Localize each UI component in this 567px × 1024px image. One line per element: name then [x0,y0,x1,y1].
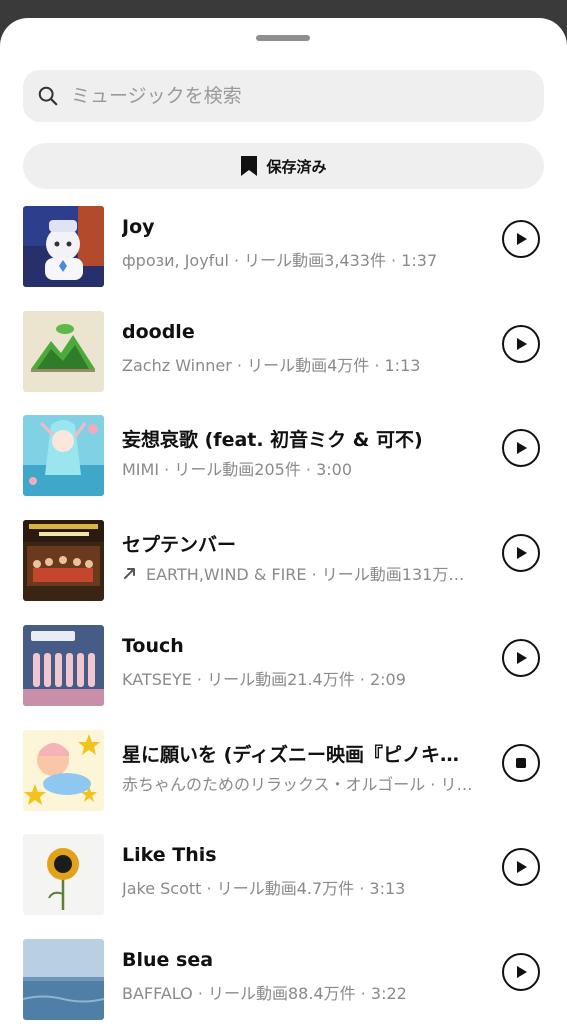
bookmark-icon [241,156,258,176]
play-button[interactable] [502,324,540,363]
track-title: 星に願いを (ディズニー映画『ピノキ… [122,743,459,766]
track-title: doodle [122,320,195,343]
play-icon [517,547,527,560]
saved-button-label: 保存済み [266,157,327,176]
list-item[interactable]: Touch KATSEYE · リール動画21.4万件 · 2:09 [0,624,567,730]
track-title: Joy [122,216,155,238]
search-bar[interactable] [23,70,544,122]
track-title: Like This [122,844,217,867]
album-art [23,520,104,602]
search-input[interactable] [69,84,513,108]
stop-icon [516,757,526,768]
track-title: Touch [122,634,184,657]
play-button[interactable] [502,638,540,677]
play-icon [517,861,527,874]
play-icon [517,651,527,664]
list-item[interactable]: doodle Zachz Winner · リール動画4万件 · 1:13 [0,310,567,416]
list-item[interactable]: Joy фрози, Joyful · リール動画3,433件 · 1:37 [0,206,567,311]
trending-arrow-icon [124,568,135,580]
album-art [23,729,104,811]
stop-button[interactable] [502,743,540,782]
album-art [23,938,104,1020]
list-item[interactable]: 妄想哀歌 (feat. 初音ミク & 可不) MIMI · リール動画205件 … [0,415,567,520]
play-button[interactable] [502,952,540,991]
play-icon [517,233,527,245]
sheet-grabber[interactable] [256,35,310,41]
list-item[interactable]: セプテンバー EARTH,WIND & FIRE · リール動画131万… [0,520,567,625]
track-meta: EARTH,WIND & FIRE · リール動画131万… [122,561,464,585]
track-meta: 赤ちゃんのためのリラックス・オルゴール · リ… [122,774,473,794]
play-icon [517,442,527,455]
play-button[interactable] [502,429,540,468]
music-picker-sheet: 保存済み Joy фрози, Joyful · リール動画3,433件 · [0,18,567,1024]
track-meta: Jake Scott · リール動画4.7万件 · 3:13 [122,879,406,899]
play-button[interactable] [502,848,540,887]
list-item[interactable]: Blue sea BAFFALO · リール動画88.4万件 · 3:22 [0,938,567,1024]
play-button[interactable] [502,220,540,258]
album-art [23,310,104,392]
track-meta: фрози, Joyful · リール動画3,433件 · 1:37 [122,251,438,270]
album-art [23,415,104,497]
album-art [23,834,104,916]
album-art [23,206,104,287]
track-meta: MIMI · リール動画205件 · 3:00 [122,460,353,480]
album-art [23,624,104,706]
list-item[interactable]: Like This Jake Scott · リール動画4.7万件 · 3:13 [0,834,567,939]
list-item[interactable]: 星に願いを (ディズニー映画『ピノキ… 赤ちゃんのためのリラックス・オルゴール … [0,729,567,835]
track-title: 妄想哀歌 (feat. 初音ミク & 可不) [122,429,423,452]
play-icon [517,965,527,978]
track-title: Blue sea [122,948,214,971]
saved-button[interactable]: 保存済み [23,143,544,189]
play-icon [517,337,527,350]
track-meta: BAFFALO · リール動画88.4万件 · 3:22 [122,983,407,1003]
play-button[interactable] [502,534,540,573]
search-icon [38,86,58,106]
track-meta: Zachz Winner · リール動画4万件 · 1:13 [122,355,421,375]
track-meta: KATSEYE · リール動画21.4万件 · 2:09 [122,669,406,689]
track-title: セプテンバー [122,534,237,557]
